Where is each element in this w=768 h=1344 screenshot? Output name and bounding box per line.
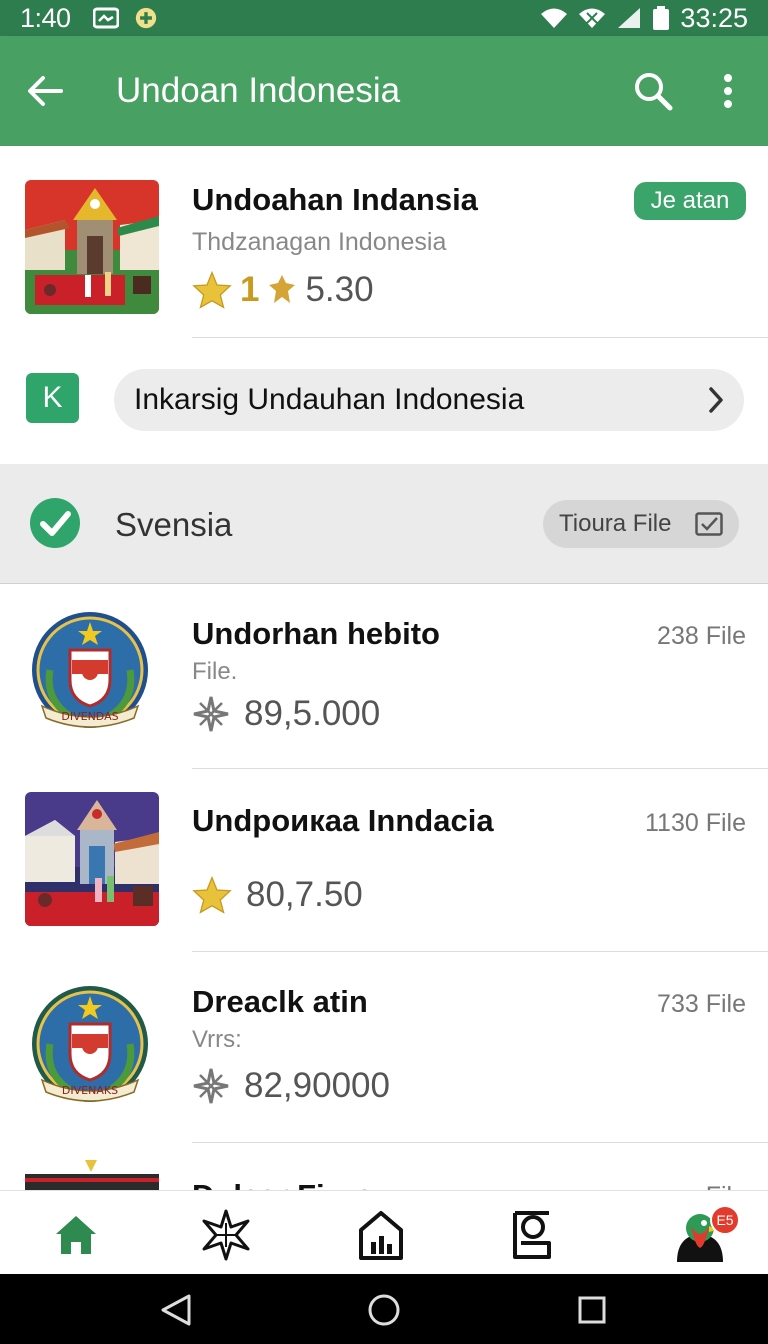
notification-badge: E5 xyxy=(710,1205,740,1235)
signal-icon xyxy=(618,8,641,28)
system-navigation-bar xyxy=(0,1274,768,1344)
nav-store[interactable] xyxy=(349,1203,413,1267)
status-clock: 33:25 xyxy=(680,2,748,33)
divider xyxy=(192,337,768,338)
nav-library[interactable] xyxy=(500,1203,564,1267)
item-title: Undpoикaa Inndacia xyxy=(192,803,494,838)
status-time: 1:40 xyxy=(20,2,71,33)
list-item[interactable]: DIVENDAS Undorhan hebito File. 89,5.000 … xyxy=(0,584,768,769)
item-title: Dreaclk atin xyxy=(192,984,368,1019)
list-item[interactable]: DIVENAKS Dreaclk atin Vrrs: 82,90000 733… xyxy=(0,952,768,1143)
featured-badge-button[interactable]: Je atan xyxy=(634,182,746,220)
star-icon xyxy=(192,876,232,914)
emblem-thumbnail: DIVENAKS xyxy=(32,986,148,1102)
star-icon xyxy=(192,271,232,309)
featured-title: Undoahan Indansia xyxy=(192,182,478,217)
wifi-calling-icon xyxy=(579,8,606,28)
check-circle-icon xyxy=(30,498,80,548)
more-options-button[interactable] xyxy=(688,36,768,146)
item-value: 80,7.50 xyxy=(192,875,363,915)
item-thumbnail xyxy=(25,792,159,926)
list-item[interactable]: Undpoикaa Inndacia 80,7.50 1130 File xyxy=(0,769,768,952)
house-chart-icon xyxy=(359,1211,403,1260)
library-icon xyxy=(513,1211,551,1259)
item-subtitle: Vrrs: xyxy=(192,1026,242,1053)
rating-value: 5.30 xyxy=(305,270,374,309)
item-count: 238 File xyxy=(657,622,746,650)
arrow-back-icon xyxy=(28,76,63,106)
featured-thumbnail xyxy=(25,180,159,314)
item-count: 1130 File xyxy=(645,809,746,837)
home-icon xyxy=(56,1216,96,1254)
back-button[interactable] xyxy=(0,36,90,146)
page-title: Undoan Indonesia xyxy=(116,71,401,110)
featured-rating: 1 5.30 xyxy=(192,270,374,310)
search-icon xyxy=(635,73,673,111)
emblem-thumbnail: DIVENDAS xyxy=(32,612,148,728)
star-compass-icon xyxy=(202,1209,250,1261)
more-vert-icon xyxy=(724,74,732,108)
nav-home[interactable] xyxy=(44,1203,108,1267)
section-header: Svensia Tioura File xyxy=(0,464,768,584)
circle-home-icon xyxy=(368,1294,400,1326)
nav-profile[interactable]: E5 xyxy=(660,1203,740,1267)
section-button-label: Tioura File xyxy=(559,510,672,537)
square-recents-icon xyxy=(578,1296,606,1324)
emblem-text: DIVENAKS xyxy=(62,1084,118,1097)
section-file-button[interactable]: Tioura File xyxy=(543,500,739,548)
leaf-icon xyxy=(269,275,296,303)
featured-subtitle: Thdzanagan Indonesia xyxy=(192,228,447,256)
item-title: Undorhan hebito xyxy=(192,616,440,651)
checkbox-icon xyxy=(695,512,723,536)
wifi-icon xyxy=(541,8,568,28)
nav-explore[interactable] xyxy=(194,1203,258,1267)
item-list: DIVENDAS Undorhan hebito File. 89,5.000 … xyxy=(0,584,768,1190)
item-value-text: 82,90000 xyxy=(244,1066,390,1105)
system-recents-button[interactable] xyxy=(572,1290,612,1330)
app-bar: Undoan Indonesia xyxy=(0,36,768,146)
compass-icon xyxy=(193,1068,229,1104)
section-title: Svensia xyxy=(115,506,233,543)
item-value: 89,5.000 xyxy=(192,694,380,734)
item-count: File xyxy=(706,1182,746,1190)
item-title: Dulear Fiкze xyxy=(192,1178,373,1190)
link-row-button[interactable]: Inkarsig Undauhan Indonesia xyxy=(114,369,744,431)
item-count: 733 File xyxy=(657,990,746,1018)
triangle-back-icon xyxy=(161,1294,191,1326)
divider xyxy=(192,1142,768,1143)
link-row-label: Inkarsig Undauhan Indonesia xyxy=(134,383,525,416)
item-value-text: 89,5.000 xyxy=(244,694,381,733)
featured-card[interactable]: Undoahan Indansia Thdzanagan Indonesia 1… xyxy=(0,146,768,464)
search-button[interactable] xyxy=(618,36,688,146)
chevron-right-icon xyxy=(709,387,723,413)
bottom-navigation: E5 xyxy=(0,1190,768,1274)
item-thumbnail xyxy=(25,1160,159,1190)
system-back-button[interactable] xyxy=(156,1290,196,1330)
app-notification-icon xyxy=(135,7,156,29)
item-value: 82,90000 xyxy=(192,1066,390,1106)
list-item[interactable]: Dulear Fiкze File xyxy=(0,1160,768,1190)
rating-prefix: 1 xyxy=(240,270,260,309)
k-app-icon: K xyxy=(26,373,79,423)
compass-icon xyxy=(193,696,229,732)
image-notification-icon xyxy=(92,7,119,29)
system-home-button[interactable] xyxy=(364,1290,404,1330)
item-value-text: 80,7.50 xyxy=(246,875,363,914)
emblem-text: DIVENDAS xyxy=(61,710,118,723)
status-bar: 1:40 33:25 xyxy=(0,0,768,36)
battery-icon xyxy=(653,6,670,30)
item-subtitle: File. xyxy=(192,658,238,685)
